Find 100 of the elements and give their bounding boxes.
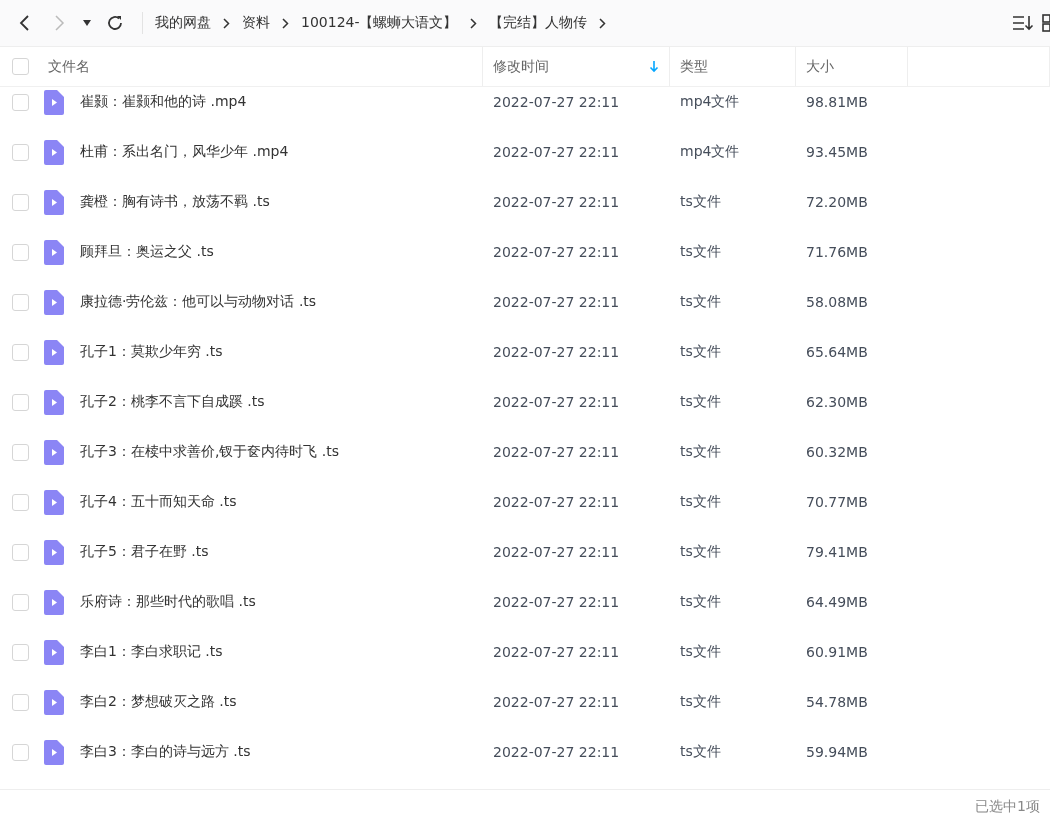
file-type: ts文件 (679, 293, 722, 311)
modified-time: 2022-07-27 22:11 (492, 494, 621, 510)
file-type: mp4文件 (679, 93, 741, 111)
video-file-icon (44, 639, 64, 665)
file-type: mp4文件 (679, 143, 741, 161)
column-header[interactable]: 大小 (796, 47, 908, 86)
select-all-checkbox[interactable] (12, 58, 29, 75)
file-name[interactable]: 顾拜旦：奥运之父 .ts (80, 243, 483, 261)
breadcrumb-link[interactable]: 100124-【螺蛳大语文】 (301, 14, 458, 32)
file-size: 71.76MB (805, 244, 869, 260)
file-type: ts文件 (679, 243, 722, 261)
breadcrumb-link[interactable]: 【完结】人物传 (488, 14, 587, 32)
modified-time: 2022-07-27 22:11 (492, 394, 621, 410)
file-size: 62.30MB (805, 394, 869, 410)
file-name[interactable]: 李白3：李白的诗与远方 .ts (80, 743, 483, 761)
file-size: 54.78MB (805, 694, 869, 710)
video-file-icon (44, 589, 64, 615)
breadcrumb-link[interactable]: 资料 (242, 14, 270, 32)
video-file-icon (44, 339, 64, 365)
row-checkbox[interactable] (12, 343, 29, 361)
column-header[interactable]: 文件名 (44, 47, 483, 86)
file-size: 65.64MB (805, 344, 869, 360)
breadcrumb-link[interactable]: 我的网盘 (155, 14, 211, 32)
file-name[interactable]: 孔子4：五十而知天命 .ts (80, 493, 483, 511)
dropdown-caret-icon[interactable] (83, 20, 91, 26)
file-size: 60.91MB (805, 644, 869, 660)
modified-time: 2022-07-27 22:11 (492, 694, 621, 710)
file-size: 59.94MB (805, 744, 869, 760)
file-type: ts文件 (679, 493, 722, 511)
file-size: 60.32MB (805, 444, 869, 460)
video-file-icon (44, 189, 64, 215)
file-name[interactable]: 龚橙：胸有诗书，放荡不羁 .ts (80, 193, 483, 211)
refresh-icon[interactable] (106, 14, 124, 32)
row-checkbox[interactable] (12, 443, 29, 461)
file-type: ts文件 (679, 193, 722, 211)
modified-time: 2022-07-27 22:11 (492, 594, 621, 610)
file-type: ts文件 (679, 543, 722, 561)
file-size: 79.41MB (805, 544, 869, 560)
modified-time: 2022-07-27 22:11 (492, 94, 621, 110)
file-name[interactable]: 崔颢：崔颢和他的诗 .mp4 (80, 93, 483, 111)
row-checkbox[interactable] (12, 243, 29, 261)
video-file-icon (44, 139, 64, 165)
column-header[interactable]: 类型 (670, 47, 796, 86)
video-file-icon (44, 739, 64, 765)
file-size: 64.49MB (805, 594, 869, 610)
forward-icon[interactable] (53, 15, 65, 31)
video-file-icon (44, 389, 64, 415)
file-name[interactable]: 孔子2：桃李不言下自成蹊 .ts (80, 393, 483, 411)
file-type: ts文件 (679, 593, 722, 611)
column-header[interactable]: 修改时间 (483, 47, 670, 86)
back-icon[interactable] (19, 15, 31, 31)
row-checkbox[interactable] (12, 643, 29, 661)
video-file-icon (44, 689, 64, 715)
modified-time: 2022-07-27 22:11 (492, 294, 621, 310)
file-type: ts文件 (679, 693, 722, 711)
modified-time: 2022-07-27 22:11 (492, 444, 621, 460)
file-type: ts文件 (679, 343, 722, 361)
modified-time: 2022-07-27 22:11 (492, 344, 621, 360)
file-size: 98.81MB (805, 94, 869, 110)
file-name[interactable]: 乐府诗：那些时代的歌唱 .ts (80, 593, 483, 611)
file-name[interactable]: 孔子5：君子在野 .ts (80, 543, 483, 561)
row-checkbox[interactable] (12, 193, 29, 211)
chevron-right-icon (469, 17, 477, 29)
modified-time: 2022-07-27 22:11 (492, 744, 621, 760)
row-checkbox[interactable] (12, 293, 29, 311)
file-size: 70.77MB (805, 494, 869, 510)
file-name[interactable]: 孔子3：在椟中求善价,钗于奁内待时飞 .ts (80, 443, 483, 461)
row-checkbox[interactable] (12, 493, 29, 511)
video-file-icon (44, 89, 64, 115)
row-checkbox[interactable] (12, 693, 29, 711)
modified-time: 2022-07-27 22:11 (492, 244, 621, 260)
file-size: 72.20MB (805, 194, 869, 210)
video-file-icon (44, 239, 64, 265)
row-checkbox[interactable] (12, 93, 29, 111)
file-name[interactable]: 李白2：梦想破灭之路 .ts (80, 693, 483, 711)
grid-view-icon[interactable] (1042, 14, 1050, 32)
video-file-icon (44, 539, 64, 565)
row-checkbox[interactable] (12, 143, 29, 161)
row-checkbox[interactable] (12, 393, 29, 411)
file-type: ts文件 (679, 743, 722, 761)
video-file-icon (44, 489, 64, 515)
file-name[interactable]: 李白1：李白求职记 .ts (80, 643, 483, 661)
modified-time: 2022-07-27 22:11 (492, 644, 621, 660)
video-file-icon (44, 439, 64, 465)
file-type: ts文件 (679, 643, 722, 661)
row-checkbox[interactable] (12, 543, 29, 561)
modified-time: 2022-07-27 22:11 (492, 544, 621, 560)
file-name[interactable]: 杜甫：系出名门，风华少年 .mp4 (80, 143, 483, 161)
video-file-icon (44, 289, 64, 315)
row-checkbox[interactable] (12, 743, 29, 761)
chevron-right-icon (282, 17, 289, 29)
file-type: ts文件 (679, 393, 722, 411)
file-size: 93.45MB (805, 144, 869, 160)
row-checkbox[interactable] (12, 593, 29, 611)
selection-count: 已选中1项 (975, 797, 1040, 816)
chevron-right-icon (598, 17, 606, 29)
file-name[interactable]: 孔子1：莫欺少年穷 .ts (80, 343, 483, 361)
sort-down-arrow-icon (649, 60, 659, 73)
file-size: 58.08MB (805, 294, 869, 310)
file-name[interactable]: 康拉德·劳伦兹：他可以与动物对话 .ts (80, 293, 483, 311)
